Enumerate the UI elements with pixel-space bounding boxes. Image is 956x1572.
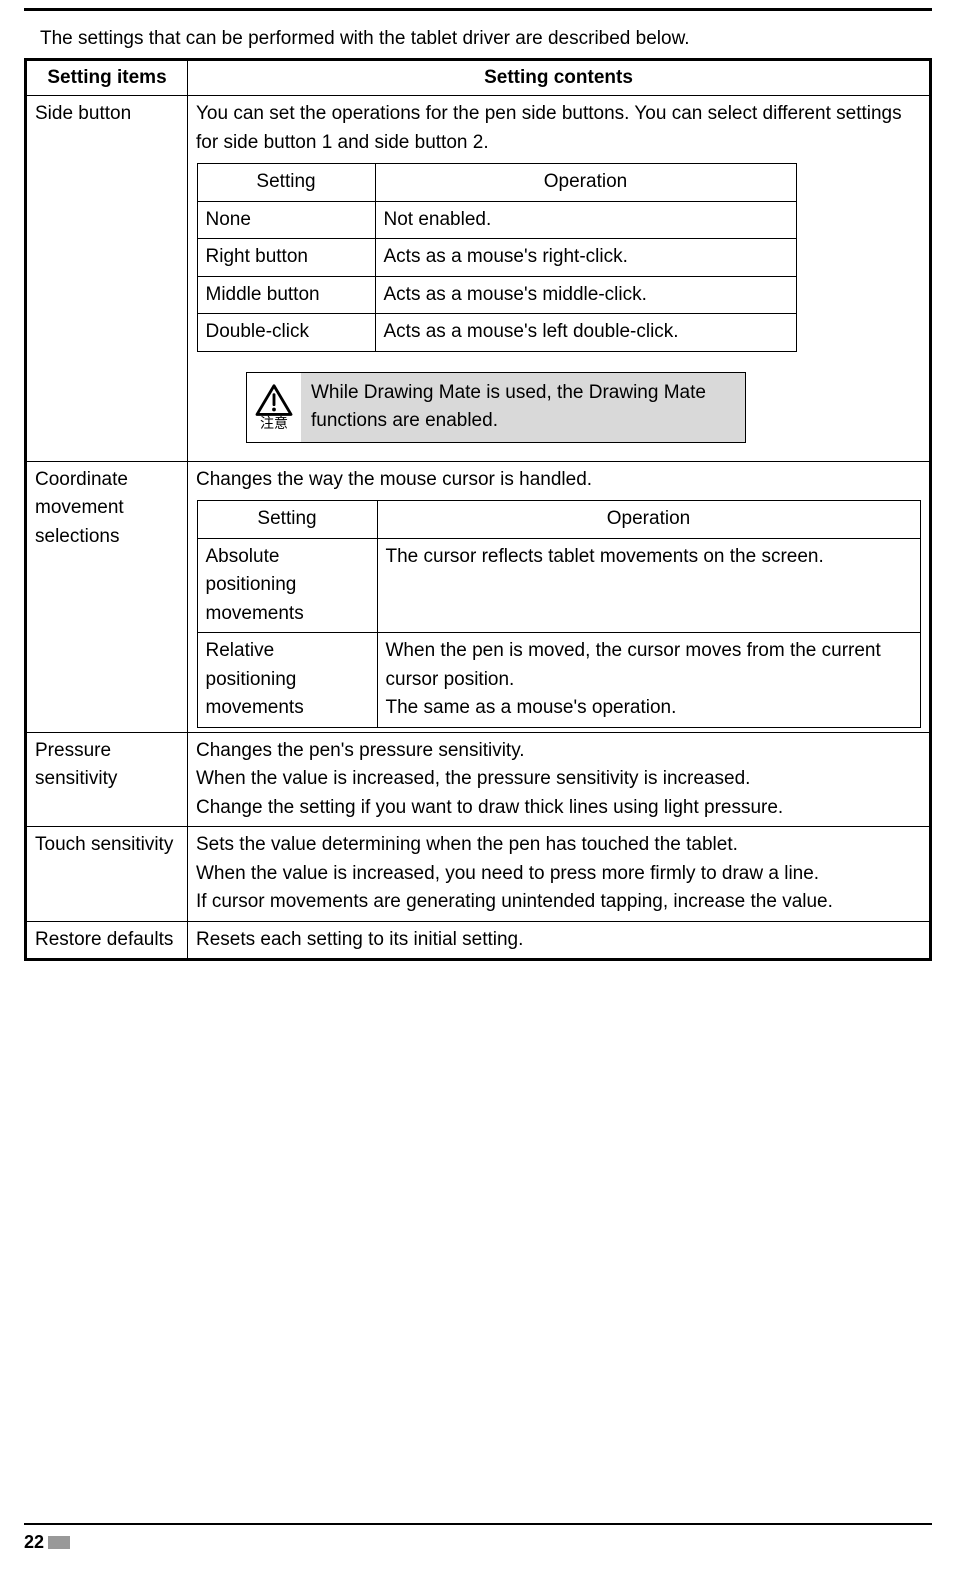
subheader-setting: Setting (197, 501, 377, 539)
item-pressure: Pressure sensitivity (26, 732, 188, 827)
notice-box: 注意 While Drawing Mate is used, the Drawi… (246, 372, 746, 443)
caution-icon: 注意 (247, 373, 301, 442)
page-number: 22 (24, 1529, 44, 1556)
sb-right-setting: Right button (197, 239, 375, 277)
caution-label: 注意 (260, 416, 288, 430)
coord-desc: Changes the way the mouse cursor is hand… (196, 466, 921, 495)
coord-abs-operation: The cursor reflects tablet movements on … (377, 538, 920, 633)
header-items: Setting items (26, 59, 188, 96)
pressure-desc: Changes the pen's pressure sensitivity.W… (188, 732, 931, 827)
sb-double-operation: Acts as a mouse's left double-click. (375, 314, 796, 352)
footer: 22 (24, 1523, 932, 1556)
touch-desc: Sets the value determining when the pen … (188, 827, 931, 922)
table-row: Restore defaults Resets each setting to … (26, 921, 931, 960)
item-touch: Touch sensitivity (26, 827, 188, 922)
table-row: Coordinate movement selections Changes t… (26, 461, 931, 732)
header-contents: Setting contents (188, 59, 931, 96)
coord-subtable: Setting Operation Absolute positioning m… (197, 500, 921, 728)
subheader-setting: Setting (197, 164, 375, 202)
side-button-desc: You can set the operations for the pen s… (196, 100, 921, 157)
sb-double-setting: Double-click (197, 314, 375, 352)
sb-none-operation: Not enabled. (375, 201, 796, 239)
table-row: Touch sensitivity Sets the value determi… (26, 827, 931, 922)
side-button-subtable: Setting Operation None Not enabled. Righ… (197, 163, 797, 352)
intro-text: The settings that can be performed with … (40, 25, 932, 54)
top-rule (24, 8, 932, 11)
item-side-button: Side button (26, 96, 188, 462)
item-coord: Coordinate movement selections (26, 461, 188, 732)
notice-text: While Drawing Mate is used, the Drawing … (301, 373, 745, 442)
sb-right-operation: Acts as a mouse's right-click. (375, 239, 796, 277)
sb-middle-operation: Acts as a mouse's middle-click. (375, 276, 796, 314)
table-row: Pressure sensitivity Changes the pen's p… (26, 732, 931, 827)
subheader-operation: Operation (375, 164, 796, 202)
sb-none-setting: None (197, 201, 375, 239)
settings-table: Setting items Setting contents Side butt… (24, 58, 932, 962)
restore-desc: Resets each setting to its initial setti… (188, 921, 931, 960)
subheader-operation: Operation (377, 501, 920, 539)
coord-abs-setting: Absolute positioning movements (197, 538, 377, 633)
table-row: Side button You can set the operations f… (26, 96, 931, 462)
coord-rel-operation: When the pen is moved, the cursor moves … (377, 633, 920, 728)
sb-middle-setting: Middle button (197, 276, 375, 314)
footer-rule (24, 1523, 932, 1525)
coord-rel-setting: Relative positioning movements (197, 633, 377, 728)
item-restore: Restore defaults (26, 921, 188, 960)
page-number-bar (48, 1536, 70, 1549)
